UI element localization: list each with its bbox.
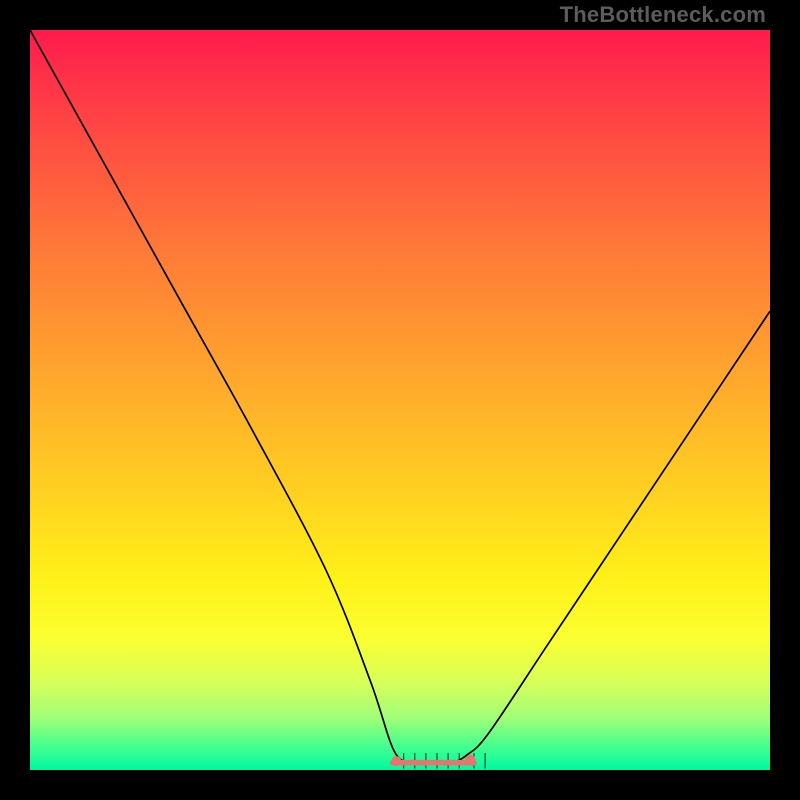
watermark-text: TheBottleneck.com	[560, 2, 766, 28]
flat-region-start-marker	[391, 756, 401, 766]
bottleneck-curve	[30, 30, 770, 764]
plot-frame	[30, 30, 770, 770]
flat-region-end-marker	[465, 755, 475, 765]
plot-svg	[30, 30, 770, 770]
